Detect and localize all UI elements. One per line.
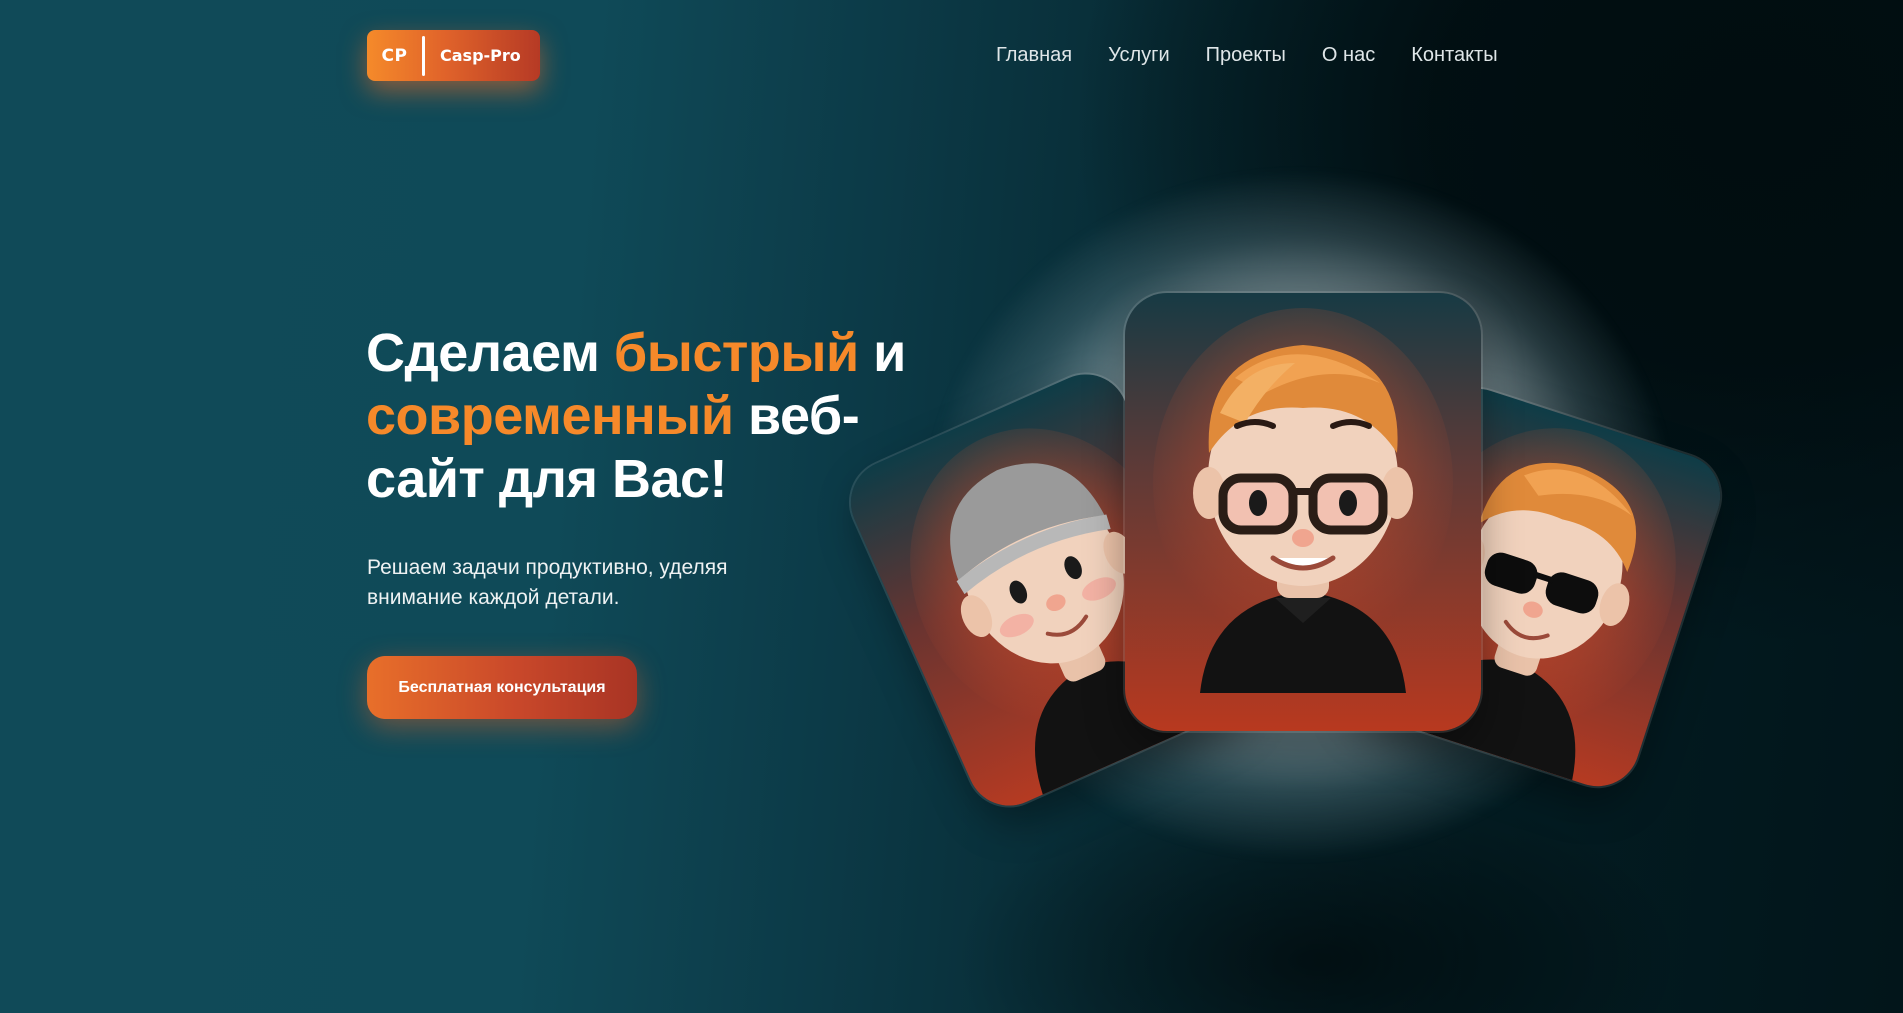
hero-title-accent-fast: быстрый bbox=[613, 323, 859, 383]
free-consultation-button[interactable]: Бесплатная консультация bbox=[367, 656, 637, 719]
logo-mark: CP bbox=[381, 45, 408, 66]
logo[interactable]: CP Casp-Pro bbox=[367, 30, 540, 81]
nav-item-about[interactable]: О нас bbox=[1322, 44, 1375, 67]
hero-title-text: веб- bbox=[733, 386, 860, 446]
site-header: CP Casp-Pro Главная Услуги Проекты О нас… bbox=[0, 0, 1903, 112]
hero-title-accent-modern: современный bbox=[366, 386, 734, 446]
nav-item-contacts[interactable]: Контакты bbox=[1411, 44, 1497, 67]
logo-name: Casp-Pro bbox=[440, 46, 521, 65]
nav-item-home[interactable]: Главная bbox=[996, 44, 1072, 67]
hero-title-text: сайт для Вас! bbox=[366, 449, 728, 509]
hero-title-text: и bbox=[858, 323, 906, 383]
avatar-card-glasses bbox=[1125, 293, 1481, 731]
hero-subtitle: Решаем задачи продуктивно, уделяя вниман… bbox=[367, 556, 728, 609]
hero-title-text: Сделаем bbox=[366, 323, 614, 383]
nav-item-services[interactable]: Услуги bbox=[1108, 44, 1170, 67]
avatar-glasses-icon bbox=[1153, 308, 1453, 693]
main-nav: Главная Услуги Проекты О нас Контакты bbox=[996, 44, 1498, 67]
nav-item-projects[interactable]: Проекты bbox=[1206, 44, 1286, 67]
